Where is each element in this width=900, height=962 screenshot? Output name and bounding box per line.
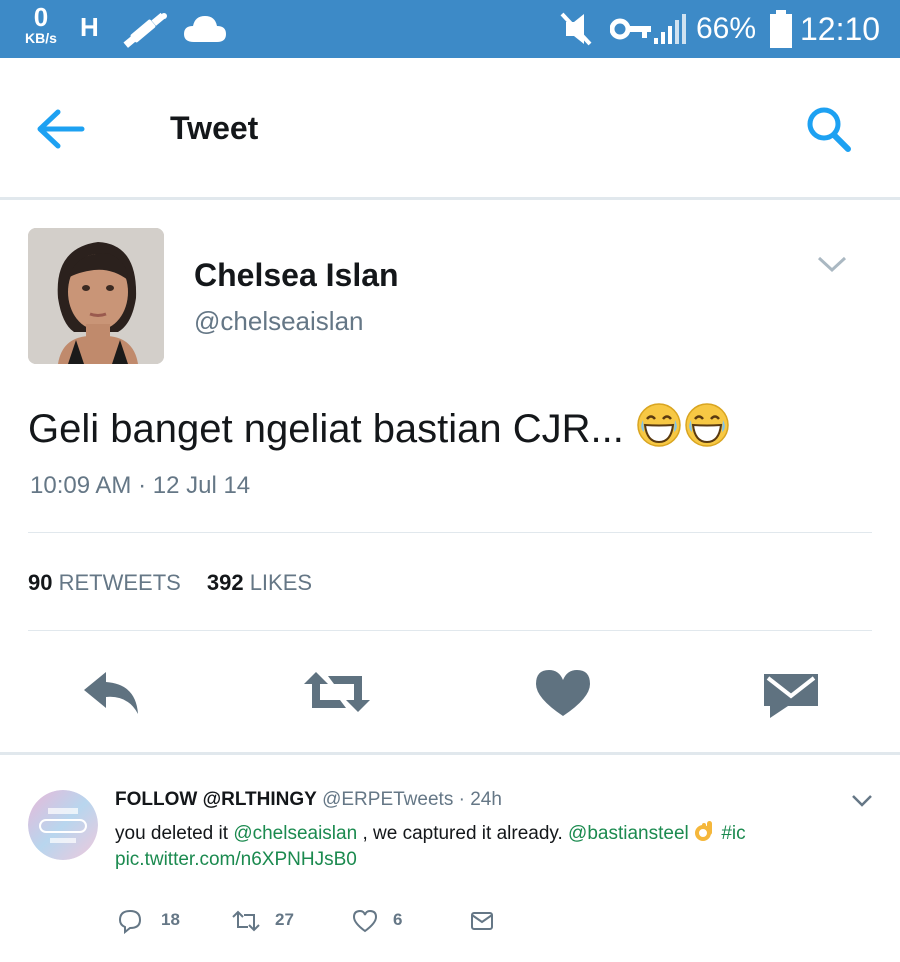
likes-count: 392 xyxy=(206,570,244,595)
avatar-photo xyxy=(28,228,164,364)
pic-link[interactable]: pic.twitter.com/n6XPNHJsB0 xyxy=(115,849,357,871)
network-speed: 0 KB/s xyxy=(16,4,66,45)
likes-stat[interactable]: 392 LIKES xyxy=(207,570,312,595)
mute-icon xyxy=(560,12,592,46)
laughing-face-emoji xyxy=(637,403,681,447)
h-network-icon: H xyxy=(80,12,99,42)
tweet-options-button[interactable] xyxy=(815,252,849,276)
share-button[interactable] xyxy=(758,664,828,720)
signal-icon xyxy=(654,14,686,44)
retweets-stat[interactable]: 90 RETWEETS xyxy=(28,570,181,595)
status-bar: 0 KB/s H 66% 12:10 xyxy=(0,0,900,58)
network-speed-value: 0 xyxy=(33,2,49,32)
section-divider xyxy=(0,752,900,755)
retweet-icon xyxy=(304,672,370,712)
tweet-timestamp: 10:09 AM · 12 Jul 14 xyxy=(30,472,251,499)
satellite-icon xyxy=(123,12,167,48)
mention-link[interactable]: @chelseaislan xyxy=(233,823,357,844)
reply-author-name[interactable]: FOLLOW @RLTHINGY xyxy=(115,789,317,810)
reply-header: FOLLOW @RLTHINGY @ERPETweets · 24h xyxy=(115,789,502,811)
battery-icon xyxy=(770,10,792,48)
reply-options-button[interactable] xyxy=(850,792,874,810)
comment-icon xyxy=(118,909,142,934)
tweet-stats: 90 RETWEETS 392 LIKES xyxy=(28,570,312,596)
reply-avatar-logo xyxy=(28,790,98,860)
author-handle[interactable]: @chelseaislan xyxy=(194,306,363,337)
reply-action-bar: 18 27 6 xyxy=(115,906,515,936)
search-button[interactable] xyxy=(800,104,860,154)
envelope-icon xyxy=(471,912,493,930)
author-name[interactable]: Chelsea Islan xyxy=(194,257,399,294)
retweet-button[interactable] xyxy=(300,664,370,720)
heart-icon xyxy=(352,909,378,933)
laughing-face-emoji xyxy=(685,403,729,447)
reply-icon xyxy=(84,672,138,714)
cloud-icon xyxy=(184,16,226,42)
page-title: Tweet xyxy=(170,110,259,146)
likes-label: LIKES xyxy=(249,570,313,595)
reply-text-part: you deleted it xyxy=(115,823,229,844)
author-avatar[interactable] xyxy=(28,228,164,364)
mention-link[interactable]: @bastiansteel xyxy=(568,823,689,844)
network-speed-unit: KB/s xyxy=(25,30,57,46)
tweet-text-body: Geli banget ngeliat bastian CJR... xyxy=(28,407,624,451)
vpn-key-icon xyxy=(610,18,651,40)
reply-likes-count: 6 xyxy=(393,910,403,929)
reply-author-avatar[interactable] xyxy=(28,790,98,860)
like-button[interactable] xyxy=(530,664,600,720)
search-icon xyxy=(807,107,851,152)
app-bar: Tweet xyxy=(0,58,900,200)
reply-replies-count: 18 xyxy=(161,910,180,929)
divider xyxy=(28,630,872,631)
chevron-down-icon xyxy=(852,795,872,807)
tweet-text: Geli banget ngeliat bastian CJR... xyxy=(28,402,731,452)
ok-hand-emoji xyxy=(695,821,713,841)
envelope-icon xyxy=(764,674,818,718)
hashtag-link[interactable]: #ic xyxy=(721,823,745,844)
battery-percentage: 66% xyxy=(696,12,757,45)
reply-retweets-count: 27 xyxy=(275,910,294,929)
retweet-icon xyxy=(232,910,260,932)
heart-icon xyxy=(536,670,590,716)
reply-text-part: , we captured it already. xyxy=(362,823,563,844)
reply-text: you deleted it @chelseaislan , we captur… xyxy=(115,819,746,845)
back-button[interactable] xyxy=(30,106,90,152)
back-arrow-icon xyxy=(37,109,85,149)
clock: 12:10 xyxy=(800,11,881,47)
divider xyxy=(28,532,872,533)
reply-button[interactable] xyxy=(76,664,146,720)
reply-author-handle[interactable]: @ERPETweets · 24h xyxy=(322,789,502,810)
chevron-down-icon xyxy=(817,256,847,273)
retweets-label: RETWEETS xyxy=(58,570,181,595)
retweets-count: 90 xyxy=(28,570,53,595)
